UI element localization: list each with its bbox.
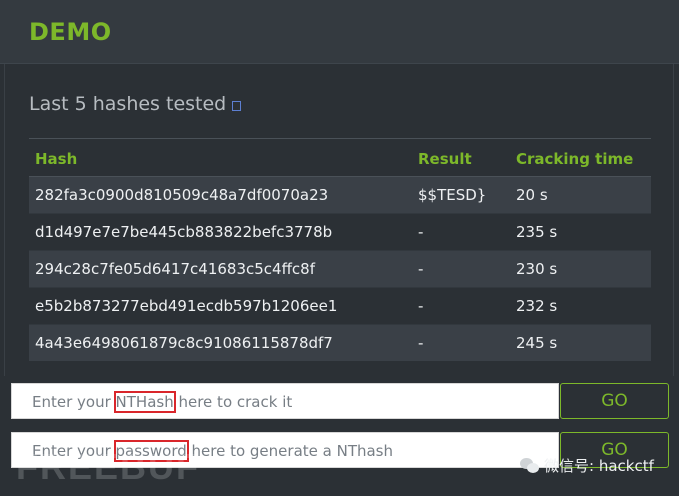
freebuf-watermark: FREEBUF	[16, 446, 200, 487]
section-divider	[29, 138, 651, 139]
cell-result: -	[412, 213, 510, 251]
cell-result: $$TESD}	[412, 176, 510, 214]
header-bar: DEMO	[0, 0, 679, 64]
cell-hash: 4a43e6498061879c8c91086115878df7	[29, 324, 412, 361]
table-header-row: Hash Result Cracking time	[29, 141, 651, 177]
nthash-highlight-box: NTHash	[113, 391, 176, 413]
hashes-table: Hash Result Cracking time 282fa3c0900d81…	[29, 141, 651, 361]
wechat-watermark: 微信号: hackctf	[520, 455, 654, 476]
cell-result: -	[412, 250, 510, 288]
page-title: DEMO	[29, 18, 112, 46]
info-icon[interactable]	[232, 101, 242, 111]
table-row: 282fa3c0900d810509c48a7df0070a23 $$TESD}…	[29, 176, 651, 214]
column-header-cracking-time: Cracking time	[510, 141, 651, 177]
cell-cracking-time: 230 s	[510, 250, 651, 288]
placeholder-suffix: here to generate a NThash	[186, 442, 393, 460]
cell-hash: 282fa3c0900d810509c48a7df0070a23	[29, 176, 412, 214]
cell-hash: 294c28c7fe05d6417c41683c5c4ffc8f	[29, 250, 412, 288]
cell-hash: d1d497e7e7be445cb883822befc3778b	[29, 213, 412, 251]
column-header-hash: Hash	[29, 141, 412, 177]
nthash-input-placeholder: Enter your NTHash here to crack it	[32, 391, 293, 413]
page: DEMO Last 5 hashes tested Hash Result Cr…	[0, 0, 679, 496]
wechat-icon	[520, 458, 540, 474]
cell-cracking-time: 232 s	[510, 287, 651, 325]
table-row: 294c28c7fe05d6417c41683c5c4ffc8f - 230 s	[29, 250, 651, 288]
table-row: d1d497e7e7be445cb883822befc3778b - 235 s	[29, 213, 651, 251]
cell-hash: e5b2b873277ebd491ecdb597b1206ee1	[29, 287, 412, 325]
crack-go-button[interactable]: GO	[560, 383, 669, 419]
panel-left-border	[4, 64, 5, 376]
panel-right-border	[673, 64, 674, 376]
wechat-watermark-text: 微信号: hackctf	[544, 457, 654, 475]
section-title: Last 5 hashes tested	[29, 93, 242, 115]
section-title-text: Last 5 hashes tested	[29, 93, 227, 115]
placeholder-prefix: Enter your	[32, 393, 116, 411]
cell-result: -	[412, 287, 510, 325]
column-header-result: Result	[412, 141, 510, 177]
table-row: e5b2b873277ebd491ecdb597b1206ee1 - 232 s	[29, 287, 651, 325]
cell-cracking-time: 245 s	[510, 324, 651, 361]
table-row: 4a43e6498061879c8c91086115878df7 - 245 s	[29, 324, 651, 361]
cell-cracking-time: 235 s	[510, 213, 651, 251]
cell-result: -	[412, 324, 510, 361]
cell-cracking-time: 20 s	[510, 176, 651, 214]
placeholder-suffix: here to crack it	[173, 393, 293, 411]
nthash-input[interactable]: Enter your NTHash here to crack it	[11, 383, 559, 419]
